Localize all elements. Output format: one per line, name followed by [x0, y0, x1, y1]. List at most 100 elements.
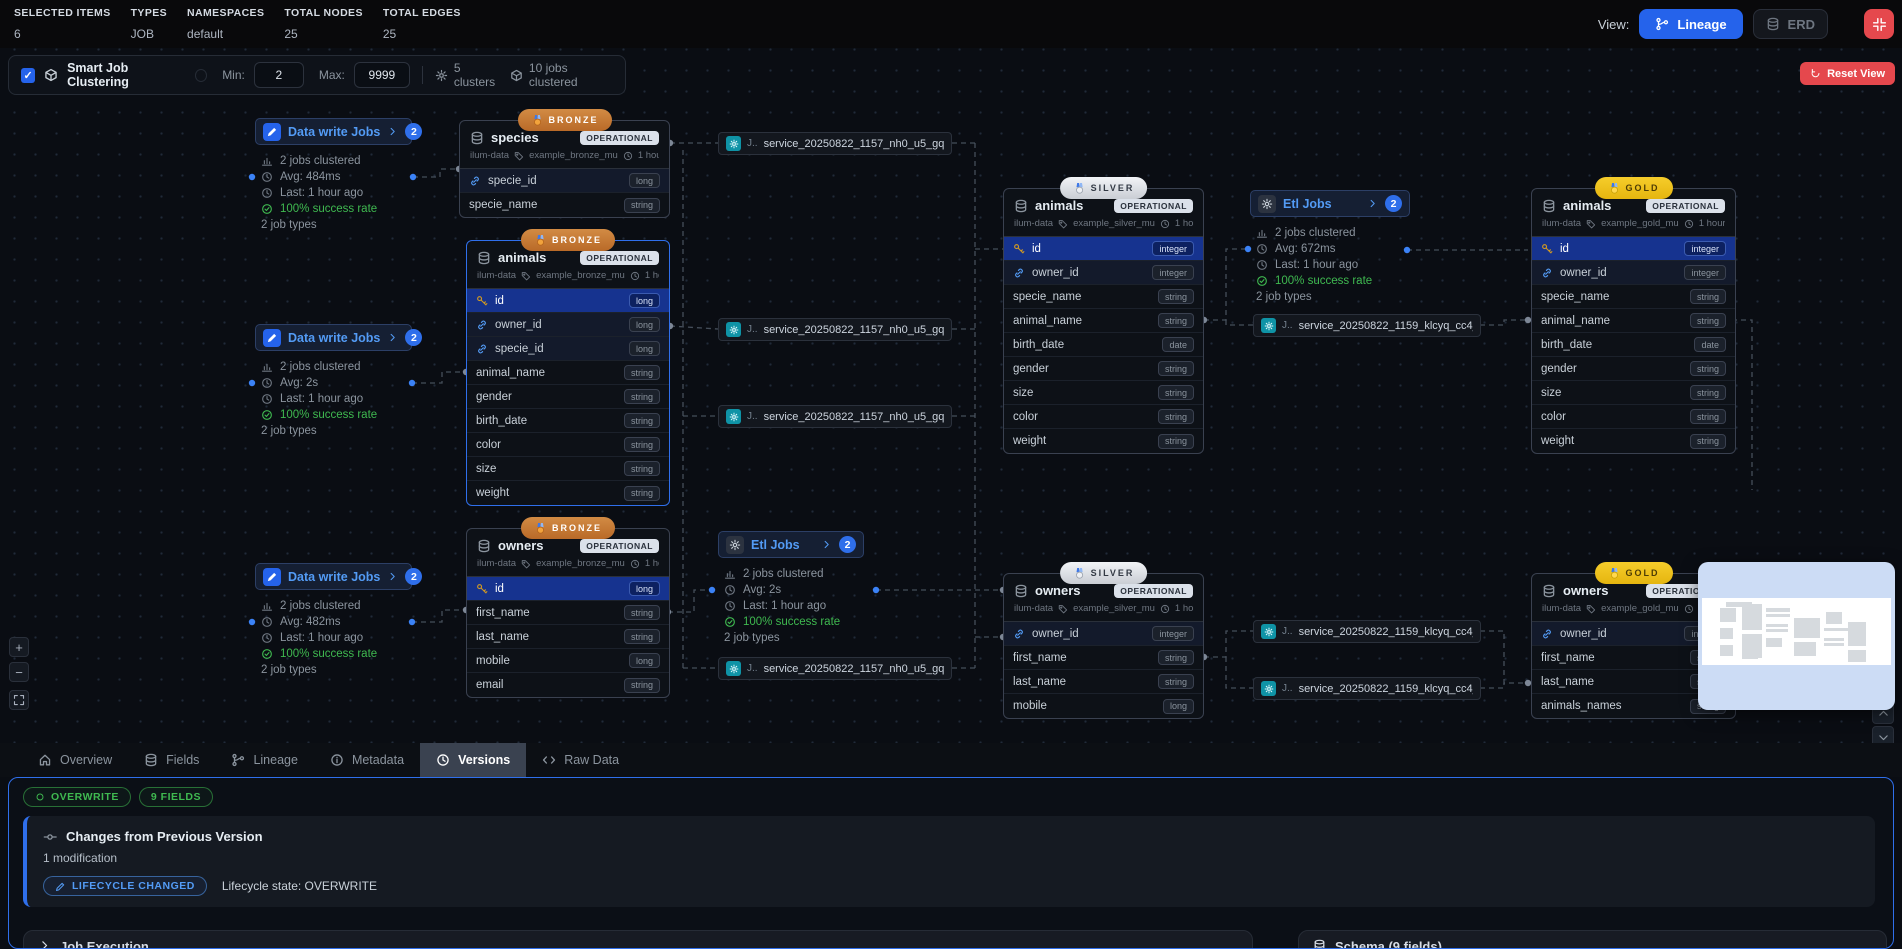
zoom-out-button[interactable]: −	[9, 662, 29, 682]
tab-fields[interactable]: Fields	[128, 743, 215, 777]
cluster-node-etl-jobs[interactable]: Etl Jobs2	[1250, 190, 1410, 217]
field-row-first-name[interactable]: first_namestring	[467, 601, 669, 625]
field-row-size[interactable]: sizestring	[467, 457, 669, 481]
field-type-badge: string	[1690, 385, 1726, 400]
fit-view-button[interactable]	[9, 690, 29, 710]
field-row-specie-id[interactable]: specie_idlong	[467, 337, 669, 361]
cluster-info-text: Avg: 2s	[280, 377, 318, 389]
field-row-color[interactable]: colorstring	[1004, 405, 1203, 429]
link-icon	[1013, 628, 1025, 640]
field-row-mobile[interactable]: mobilelong	[1004, 694, 1203, 718]
field-row-size[interactable]: size string	[1532, 381, 1735, 405]
dataset-meta: ilum-dataexample_bronze_mu1 hour ago	[470, 150, 659, 161]
field-row-gender[interactable]: genderstring	[1532, 357, 1735, 381]
job-node-2[interactable]: J..service_20250822_1157_nh0_u5_gqf7_t.a…	[718, 318, 952, 341]
section-job-execution[interactable]: Job Execution	[23, 930, 1253, 949]
tab-raw-data[interactable]: Raw Data	[526, 743, 635, 777]
field-row-weight[interactable]: weightstring	[1004, 429, 1203, 453]
check-icon	[724, 616, 736, 628]
gear-icon-box	[1258, 195, 1276, 213]
field-row-id[interactable]: idlong	[467, 289, 669, 313]
clustering-checkbox[interactable]: ✓	[21, 68, 35, 83]
field-row-owner-id[interactable]: owner_idlong	[467, 313, 669, 337]
field-row-email[interactable]: emailstring	[467, 673, 669, 697]
job-node-7[interactable]: J..service_20250822_1159_klcyq_cc4_hs.at…	[1253, 677, 1481, 700]
field-row-owner-id[interactable]: owner_idinteger	[1532, 261, 1735, 285]
field-row-specie-name[interactable]: specie_namestring	[460, 193, 669, 217]
field-row-animal-name[interactable]: animal_namestring	[1532, 309, 1735, 333]
field-row-birth-date[interactable]: birth_datestring	[467, 409, 669, 433]
job-node-6[interactable]: J..service_20250822_1159_klcyq_cc4_hs.ap…	[1253, 620, 1481, 643]
pencil-icon	[266, 332, 278, 344]
job-node-3[interactable]: J..service_20250822_1157_nh0_u5_gqf7_t.a…	[718, 405, 952, 428]
min-input[interactable]	[254, 62, 304, 88]
field-type-badge: long	[629, 341, 660, 356]
field-name: last_name	[476, 631, 529, 643]
cluster-node-data-write-jobs[interactable]: Data write Jobs2	[255, 324, 412, 351]
field-row-last-name[interactable]: last_namestring	[1004, 670, 1203, 694]
minimap[interactable]	[1698, 562, 1895, 710]
field-row-birth-date[interactable]: birth_datedate	[1532, 333, 1735, 357]
field-row-first-name[interactable]: first_namestring	[1004, 646, 1203, 670]
field-row-owner-id[interactable]: owner_idinteger	[1004, 261, 1203, 285]
field-row-gender[interactable]: genderstring	[467, 385, 669, 409]
collapse-panel-button[interactable]	[1864, 9, 1894, 39]
field-name: size	[1541, 387, 1561, 399]
field-row-size[interactable]: sizestring	[1004, 381, 1203, 405]
cluster-info-text: Last: 1 hour ago	[743, 600, 826, 612]
cluster-node-data-write-jobs[interactable]: Data write Jobs2	[255, 118, 412, 145]
cluster-node-data-write-jobs[interactable]: Data write Jobs2	[255, 563, 412, 590]
field-row-animal-name[interactable]: animal_namestring	[467, 361, 669, 385]
field-row-weight[interactable]: weightstring	[1532, 429, 1735, 453]
field-row-color[interactable]: colorstring	[1532, 405, 1735, 429]
tab-versions[interactable]: Versions	[420, 743, 526, 777]
field-row-id[interactable]: idlong	[467, 577, 669, 601]
field-name: id	[495, 295, 504, 307]
dataset-node-silver-owners[interactable]: SILVERownersOPERATIONALilum-dataexample_…	[1003, 573, 1204, 719]
badge-9-fields: 9 FIELDS	[139, 787, 213, 807]
link-icon	[1541, 628, 1553, 640]
field-row-color[interactable]: colorstring	[467, 433, 669, 457]
field-type-badge: string	[624, 678, 660, 693]
job-node-4[interactable]: J..service_20250822_1157_nh0_u5_gqf7_t.a…	[718, 657, 952, 680]
dataset-node-bronze-species[interactable]: BRONZEspeciesOPERATIONALilum-dataexample…	[459, 120, 670, 218]
cluster-info-line: 100% success rate	[261, 407, 431, 423]
field-row-last-name[interactable]: last_namestring	[467, 625, 669, 649]
minimap-node	[1794, 618, 1820, 638]
field-row-specie-id[interactable]: specie_idlong	[460, 169, 669, 193]
field-row-weight[interactable]: weightstring	[467, 481, 669, 505]
cluster-node-etl-jobs[interactable]: Etl Jobs2	[718, 531, 864, 558]
dataset-node-gold-animals[interactable]: GOLDanimalsOPERATIONALilum-dataexample_g…	[1531, 188, 1736, 454]
field-row-id[interactable]: idinteger	[1004, 237, 1203, 261]
field-name: id	[495, 583, 504, 595]
job-node-5[interactable]: J..service_20250822_1159_klcyq_cc4_hs.at…	[1253, 314, 1481, 337]
field-row-gender[interactable]: genderstring	[1004, 357, 1203, 381]
field-name: animal_name	[1541, 315, 1610, 327]
pencil-icon	[266, 571, 278, 583]
dataset-node-bronze-owners[interactable]: BRONZEownersOPERATIONALilum-dataexample_…	[466, 528, 670, 698]
medal-icon	[1608, 567, 1621, 580]
dataset-node-silver-animals[interactable]: SILVERanimalsOPERATIONALilum-dataexample…	[1003, 188, 1204, 454]
zoom-in-button[interactable]: +	[9, 637, 29, 657]
tab-lineage[interactable]: Lineage	[215, 743, 314, 777]
max-input[interactable]	[354, 62, 410, 88]
field-row-id[interactable]: idinteger	[1532, 237, 1735, 261]
dataset-name: owners	[1035, 583, 1081, 598]
field-row-birth-date[interactable]: birth_datedate	[1004, 333, 1203, 357]
field-name: specie_id	[488, 175, 537, 187]
section-schema-9-fields[interactable]: Schema (9 fields)	[1298, 930, 1887, 949]
dataset-node-bronze-animals[interactable]: BRONZEanimalsOPERATIONALilum-dataexample…	[466, 240, 670, 506]
field-row-specie-name[interactable]: specie_namestring	[1004, 285, 1203, 309]
field-row-specie-name[interactable]: specie_namestring	[1532, 285, 1735, 309]
dataset-meta: ilum-dataexample_gold_mu1 hour ago	[1542, 218, 1725, 229]
job-node-1[interactable]: J..service_20250822_1157_nh0_u5_gqf7_t..…	[718, 132, 952, 155]
lineage-view-button[interactable]: Lineage	[1639, 9, 1742, 39]
erd-view-button[interactable]: ERD	[1753, 9, 1828, 39]
reset-view-button[interactable]: Reset View	[1800, 62, 1895, 85]
job-name: service_20250822_1157_nh0_u5_gqf7_t.a...	[764, 411, 944, 423]
tab-metadata[interactable]: Metadata	[314, 743, 420, 777]
field-row-owner-id[interactable]: owner_idinteger	[1004, 622, 1203, 646]
field-row-animal-name[interactable]: animal_namestring	[1004, 309, 1203, 333]
field-row-mobile[interactable]: mobilelong	[467, 649, 669, 673]
tab-overview[interactable]: Overview	[22, 743, 128, 777]
